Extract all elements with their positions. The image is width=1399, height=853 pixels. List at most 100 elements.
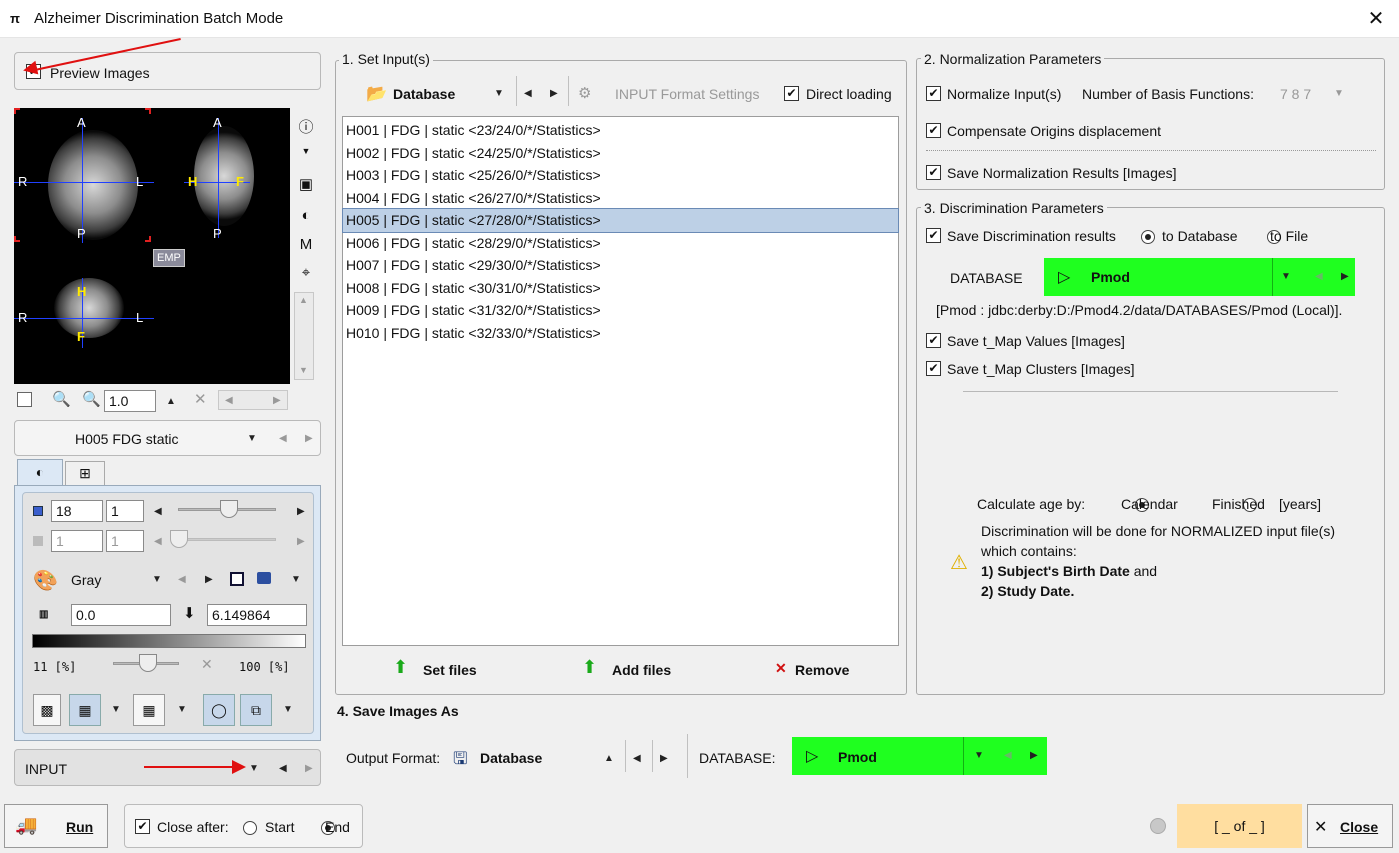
tool-grid-dropdown-icon[interactable]: ▼ (111, 704, 121, 715)
input-list-item[interactable]: H006 | FDG | static <28/29/0/*/Statistic… (343, 232, 898, 255)
discrimination-db-prev-icon[interactable]: ◀ (1315, 271, 1323, 282)
tool-overlay-button[interactable]: ▦ (133, 694, 165, 726)
output-format-up-icon[interactable]: ▲ (604, 753, 614, 764)
zoom-pan-bar[interactable]: ◀ ▶ (218, 390, 288, 410)
tool-overlay-dropdown-icon[interactable]: ▼ (177, 704, 187, 715)
colormap-menu-icon[interactable]: ▼ (291, 574, 301, 585)
compensate-checkbox[interactable] (926, 123, 941, 138)
basis-functions-dropdown-icon[interactable]: ▼ (1334, 88, 1344, 99)
info-icon[interactable]: ⓘ (296, 116, 316, 137)
discrimination-label: 3. Discrimination Parameters (921, 200, 1107, 216)
colormap-value[interactable]: Gray (71, 572, 101, 588)
remove-button[interactable]: Remove (795, 662, 849, 678)
emp-label[interactable]: EMP (153, 249, 185, 267)
close-button[interactable]: ✕ Close (1307, 804, 1393, 848)
viewer-scrollbar[interactable]: ▲ ▼ (294, 292, 314, 380)
output-format-next-icon[interactable]: ▶ (660, 753, 668, 764)
save-tmap-values-checkbox[interactable] (926, 333, 941, 348)
input-list-item[interactable]: H002 | FDG | static <24/25/0/*/Statistic… (343, 142, 898, 165)
close-start-radio[interactable] (243, 821, 257, 836)
bottom-select-next-icon[interactable]: ▶ (305, 763, 313, 774)
tool-copy-button[interactable]: ⧉ (240, 694, 272, 726)
sync-checkbox[interactable] (17, 392, 32, 407)
input-format-settings-button[interactable]: INPUT Format Settings (615, 86, 759, 102)
colorbar[interactable] (32, 634, 306, 648)
range-slider-thumb[interactable] (139, 654, 157, 672)
input-list-item[interactable]: H005 | FDG | static <27/28/0/*/Statistic… (342, 208, 899, 233)
series-dropdown-icon[interactable]: ▼ (247, 433, 257, 444)
input-list-item[interactable]: H008 | FDG | static <30/31/0/*/Statistic… (343, 277, 898, 300)
source-next-icon[interactable]: ▶ (550, 88, 558, 99)
source-select[interactable]: Database (393, 86, 455, 102)
discrimination-database-select[interactable]: ▷ Pmod ▼ ◀ ▶ (1044, 258, 1355, 296)
save-database-select[interactable]: ▷ Pmod ▼ ◀ ▶ (792, 737, 1047, 775)
output-format-prev-icon[interactable]: ◀ (633, 753, 641, 764)
input-list-item[interactable]: H007 | FDG | static <29/30/0/*/Statistic… (343, 254, 898, 277)
orient-f-coronal: F (77, 329, 85, 344)
set-files-button[interactable]: Set files (423, 662, 477, 678)
save-discrimination-checkbox[interactable] (926, 228, 941, 243)
basis-functions-value[interactable]: 7 8 7 (1280, 86, 1311, 102)
colormap-next-icon[interactable]: ▶ (205, 574, 213, 585)
tab-contrast[interactable]: ◐ (17, 459, 63, 485)
colormap-dropdown-icon[interactable]: ▼ (152, 574, 162, 585)
max-value-input[interactable]: 6.149864 (207, 604, 307, 626)
save-db-prev-icon[interactable]: ◀ (1004, 750, 1012, 761)
zoom-in-icon[interactable]: 🔍 (52, 390, 71, 408)
tool-3d-button[interactable]: ▩ (33, 694, 61, 726)
discrimination-db-next-icon[interactable]: ▶ (1341, 271, 1349, 282)
normalize-inputs-checkbox[interactable] (926, 86, 941, 101)
source-prev-icon[interactable]: ◀ (524, 88, 532, 99)
tool-copy-dropdown-icon[interactable]: ▼ (283, 704, 293, 715)
min-value-input[interactable]: 0.0 (71, 604, 171, 626)
mip-icon[interactable]: M (296, 236, 316, 253)
image-viewer[interactable]: A P R L A P H F H F R L EMP (14, 108, 290, 384)
zoom-up-icon[interactable]: ▲ (166, 396, 176, 407)
input-list-item[interactable]: H004 | FDG | static <26/27/0/*/Statistic… (343, 187, 898, 210)
layout-icon[interactable]: ▣ (296, 175, 316, 193)
series-next-icon[interactable]: ▶ (305, 433, 313, 444)
range-reset-icon[interactable]: ✕ (201, 656, 213, 673)
add-files-button[interactable]: Add files (612, 662, 671, 678)
colormap-invert-icon[interactable] (230, 572, 244, 586)
close-after-checkbox[interactable] (135, 819, 150, 834)
frame-slider-thumb[interactable] (220, 500, 238, 518)
crosshair-icon[interactable]: ⌖ (296, 264, 316, 281)
input-list-item[interactable]: H003 | FDG | static <25/26/0/*/Statistic… (343, 164, 898, 187)
orient-f-sagittal: F (236, 174, 244, 189)
input-list-item[interactable]: H010 | FDG | static <32/33/0/*/Statistic… (343, 322, 898, 345)
input-list-item[interactable]: H001 | FDG | static <23/24/0/*/Statistic… (343, 119, 898, 142)
series-select[interactable]: H005 FDG static ▼ ◀ ▶ (14, 420, 321, 456)
tab-layout[interactable]: ⊞ (65, 461, 105, 485)
frame-prev-icon[interactable]: ◀ (154, 506, 162, 517)
window-close-icon[interactable]: ✕ (1362, 5, 1390, 33)
zoom-reset-icon[interactable]: ✕ (194, 390, 207, 408)
zoom-input[interactable]: 1.0 (104, 390, 156, 412)
tool-circle-button[interactable]: ◯ (203, 694, 235, 726)
frame-next-icon[interactable]: ▶ (297, 506, 305, 517)
save-tmap-clusters-checkbox[interactable] (926, 361, 941, 376)
dropdown-icon[interactable]: ▼ (296, 146, 316, 156)
save-normalization-checkbox[interactable] (926, 165, 941, 180)
source-dropdown-icon[interactable]: ▼ (494, 88, 504, 99)
direct-loading-checkbox[interactable] (784, 86, 799, 101)
orient-l-coronal: L (136, 310, 144, 325)
save-db-next-icon[interactable]: ▶ (1030, 750, 1038, 761)
colormap-prev-icon[interactable]: ◀ (178, 574, 186, 585)
series-prev-icon[interactable]: ◀ (279, 433, 287, 444)
frame-step-input[interactable]: 1 (106, 500, 144, 522)
bottom-select-dropdown-icon[interactable]: ▼ (249, 763, 259, 774)
zoom-out-icon[interactable]: 🔍 (82, 390, 101, 408)
discrimination-db-dropdown-icon[interactable]: ▼ (1281, 271, 1291, 282)
bottom-select-prev-icon[interactable]: ◀ (279, 763, 287, 774)
contrast-icon[interactable]: ◐ (296, 207, 316, 224)
save-db-dropdown-icon[interactable]: ▼ (974, 750, 984, 761)
colormap-settings-icon[interactable] (257, 572, 271, 584)
input-list-item[interactable]: H009 | FDG | static <31/32/0/*/Statistic… (343, 299, 898, 322)
palette-icon: 🎨 (33, 570, 58, 592)
tool-grid-button[interactable]: ▦ (69, 694, 101, 726)
run-button[interactable]: 🚚 Run (4, 804, 108, 848)
frame-input[interactable]: 18 (51, 500, 103, 522)
output-format-value[interactable]: Database (480, 750, 542, 766)
input-list[interactable]: H001 | FDG | static <23/24/0/*/Statistic… (342, 116, 899, 646)
